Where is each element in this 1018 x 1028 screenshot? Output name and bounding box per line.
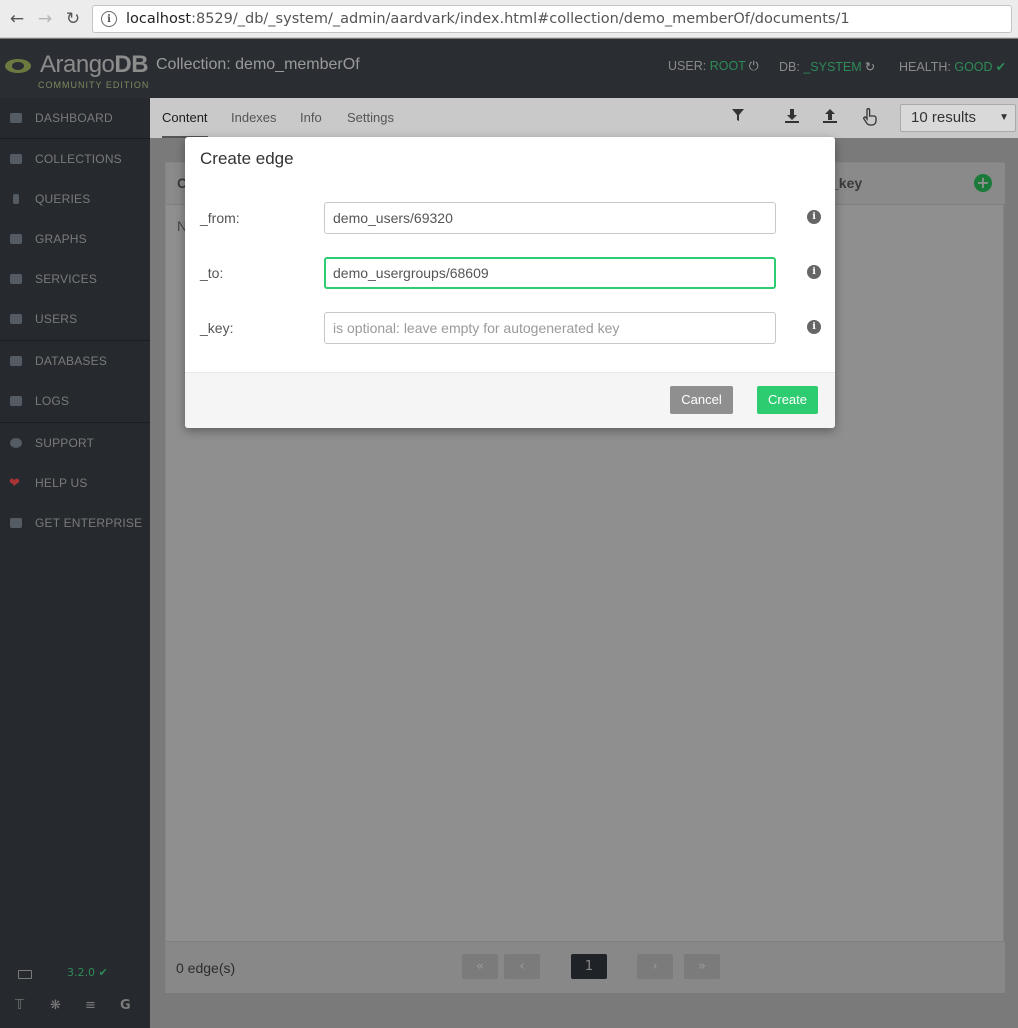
- forward-button[interactable]: →: [34, 8, 56, 30]
- to-info-icon[interactable]: i: [807, 265, 821, 279]
- user-info[interactable]: USER: ROOT ⏻: [668, 59, 759, 74]
- modal-title: Create edge: [200, 149, 294, 168]
- tab-content[interactable]: Content: [162, 98, 208, 138]
- bolt-icon: [13, 194, 19, 204]
- folder-icon: [10, 154, 22, 164]
- stackoverflow-icon[interactable]: ≡: [85, 998, 96, 1013]
- from-label: _from:: [200, 210, 240, 226]
- enterprise-icon: [10, 518, 22, 528]
- create-edge-modal: Create edge _from: i _to: i _key: i Canc…: [185, 137, 835, 428]
- key-info-icon[interactable]: i: [807, 320, 821, 334]
- tab-settings[interactable]: Settings: [347, 98, 394, 138]
- chart-icon: [10, 234, 22, 244]
- create-button[interactable]: Create: [757, 386, 818, 414]
- prev-page-button[interactable]: ‹: [504, 954, 540, 979]
- add-document-button[interactable]: +: [974, 174, 992, 192]
- logo-edition: COMMUNITY EDITION: [38, 80, 150, 90]
- first-page-button[interactable]: «: [462, 954, 498, 979]
- upload-icon[interactable]: [820, 108, 840, 128]
- from-input[interactable]: [324, 202, 776, 234]
- users-icon: [10, 314, 22, 324]
- results-per-page-select[interactable]: 10 results ▼: [900, 104, 1016, 132]
- url-path: :8529/_db/_system/_admin/aardvark/index.…: [191, 11, 850, 27]
- google-icon[interactable]: G: [120, 998, 131, 1013]
- cancel-button[interactable]: Cancel: [670, 386, 733, 414]
- file-icon: [10, 396, 22, 406]
- tab-info[interactable]: Info: [300, 98, 322, 138]
- sidebar-item-support[interactable]: SUPPORT: [0, 423, 150, 463]
- sidebar-item-graphs[interactable]: GRAPHS: [0, 219, 150, 259]
- sidebar-item-help-us[interactable]: ❤ HELP US: [0, 463, 150, 503]
- health-info: HEALTH: GOOD ✔: [899, 60, 1007, 74]
- tab-indexes[interactable]: Indexes: [231, 98, 277, 138]
- browser-toolbar: ← → ↻ i localhost:8529/_db/_system/_admi…: [0, 0, 1018, 38]
- twitter-icon[interactable]: 𝕋: [15, 998, 24, 1013]
- keyboard-icon[interactable]: [18, 970, 32, 979]
- next-page-button[interactable]: ›: [637, 954, 673, 979]
- to-label: _to:: [200, 265, 224, 281]
- avocado-logo-icon: [5, 59, 31, 73]
- from-info-icon[interactable]: i: [807, 210, 821, 224]
- refresh-icon[interactable]: ↻: [865, 60, 875, 74]
- sidebar-item-databases[interactable]: DATABASES: [0, 341, 150, 381]
- arangodb-logo[interactable]: ArangoDB COMMUNITY EDITION: [4, 51, 150, 91]
- back-button[interactable]: ←: [6, 8, 28, 30]
- collection-title: Collection: demo_memberOf: [156, 56, 360, 73]
- check-circle-icon: ✔: [995, 60, 1007, 74]
- db-info[interactable]: DB: _SYSTEM ↻: [779, 59, 875, 74]
- slack-icon[interactable]: ❋: [50, 998, 61, 1013]
- sidebar: DASHBOARD COLLECTIONS QUERIES GRAPHS SER…: [0, 98, 150, 1028]
- sidebar-item-logs[interactable]: LOGS: [0, 381, 150, 421]
- sidebar-item-collections[interactable]: COLLECTIONS: [0, 139, 150, 179]
- url-host: localhost: [126, 11, 192, 27]
- modal-footer: Cancel Create: [185, 372, 835, 428]
- key-input[interactable]: [324, 312, 776, 344]
- sidebar-item-get-enterprise[interactable]: GET ENTERPRISE: [0, 503, 150, 543]
- last-page-button[interactable]: »: [684, 954, 720, 979]
- reload-button[interactable]: ↻: [62, 8, 84, 30]
- sidebar-item-services[interactable]: SERVICES: [0, 259, 150, 299]
- dashboard-icon: [10, 113, 22, 123]
- sidebar-item-queries[interactable]: QUERIES: [0, 179, 150, 219]
- power-icon[interactable]: ⏻: [749, 59, 759, 73]
- sidebar-item-dashboard[interactable]: DASHBOARD: [0, 98, 150, 138]
- cogs-icon: [10, 274, 22, 284]
- edge-count: 0 edge(s): [176, 960, 236, 976]
- key-label: _key:: [200, 320, 234, 336]
- column-header-key[interactable]: _key: [831, 175, 862, 191]
- current-page-button[interactable]: 1: [571, 954, 607, 979]
- database-icon: [10, 356, 22, 366]
- hand-pointer-icon[interactable]: [860, 108, 880, 128]
- to-input[interactable]: [324, 257, 776, 289]
- collection-subnav: Content Indexes Info Settings 10 results…: [150, 98, 1018, 138]
- documents-footer: 0 edge(s) « ‹ 1 › »: [166, 941, 1005, 993]
- app-header: ArangoDB COMMUNITY EDITION Collection: d…: [0, 39, 1018, 98]
- page-info-icon[interactable]: i: [101, 11, 117, 27]
- lifebuoy-icon: [10, 438, 22, 448]
- download-icon[interactable]: [782, 108, 802, 128]
- sidebar-item-users[interactable]: USERS: [0, 299, 150, 339]
- heart-icon: ❤: [9, 475, 21, 490]
- logo-text: ArangoDB: [40, 51, 149, 78]
- caret-down-icon: ▼: [999, 112, 1009, 123]
- version-label: 3.2.0 ✔: [67, 966, 108, 979]
- address-bar[interactable]: i localhost:8529/_db/_system/_admin/aard…: [92, 5, 1012, 33]
- filter-icon[interactable]: [728, 108, 748, 128]
